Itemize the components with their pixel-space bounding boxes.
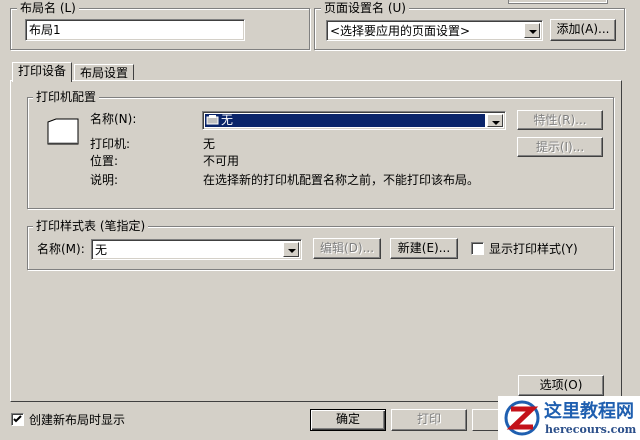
printer-value: 无: [203, 137, 216, 151]
layout-name-label: 布局名 (L): [17, 1, 79, 15]
tab-print-device[interactable]: 打印设备: [12, 62, 72, 82]
chevron-down-icon[interactable]: [283, 242, 299, 257]
create-layout-show-label: 创建新布局时显示: [29, 413, 126, 427]
printer-name-value: 无: [221, 113, 234, 127]
create-layout-show-checkbox[interactable]: [11, 413, 24, 426]
properties-button[interactable]: 特性(R)...: [517, 110, 603, 130]
printer-name-label: 名称(N):: [90, 112, 137, 126]
printer-label: 打印机:: [90, 137, 131, 151]
options-button[interactable]: 选项(O): [518, 375, 604, 396]
page-setup-selected: <选择要应用的页面设置>: [330, 24, 471, 38]
printer-name-dropdown[interactable]: 无: [202, 111, 506, 130]
edit-plot-style-button[interactable]: 编辑(D)...: [313, 238, 381, 259]
site-url: herecours.com: [545, 423, 637, 436]
printer-icon: [47, 118, 79, 145]
print-button[interactable]: 打印: [391, 409, 467, 431]
ok-button[interactable]: 确定: [310, 409, 386, 431]
ok-button-label: 确定: [335, 412, 360, 426]
display-plot-styles-checkbox[interactable]: [471, 242, 484, 255]
site-title: 这里教程网: [544, 401, 634, 422]
chevron-down-icon[interactable]: [524, 23, 540, 38]
display-plot-styles-label: 显示打印样式(Y): [489, 242, 578, 256]
layout-name-value: 布局1: [29, 23, 61, 37]
plotter-icon: [206, 115, 219, 125]
printer-config-title: 打印机配置: [33, 90, 100, 104]
description-label: 说明:: [90, 173, 119, 187]
printer-name-selection: [205, 114, 485, 127]
page-setup-dropdown[interactable]: <选择要应用的页面设置>: [326, 20, 543, 41]
tab-layout-settings[interactable]: 布局设置: [74, 64, 134, 80]
tab-print-device-label: 打印设备: [17, 64, 66, 78]
plot-style-name-label: 名称(M):: [37, 242, 85, 256]
plot-style-title: 打印样式表 (笔指定): [33, 219, 149, 233]
layout-name-input[interactable]: 布局1: [25, 19, 245, 41]
checkmark-icon: [13, 415, 22, 423]
add-page-setup-button[interactable]: 添加(A)...: [550, 19, 616, 41]
chevron-down-icon[interactable]: [487, 114, 503, 127]
plot-style-dropdown[interactable]: 无: [91, 239, 302, 260]
location-label: 位置:: [90, 154, 119, 168]
tab-layout-settings-label: 布局设置: [79, 66, 128, 80]
location-value: 不可用: [203, 154, 240, 168]
site-logo-icon: [504, 400, 540, 436]
site-watermark: 这里教程网 herecours.com: [498, 396, 640, 440]
new-plot-style-button[interactable]: 新建(E)...: [390, 238, 458, 259]
hints-button[interactable]: 提示(I)...: [517, 137, 603, 157]
plot-style-value: 无: [95, 243, 108, 257]
partial-top-button: [508, 0, 608, 4]
description-value: 在选择新的打印机配置名称之前，不能打印该布局。: [203, 173, 480, 187]
page-setup-label: 页面设置名 (U): [321, 1, 409, 15]
